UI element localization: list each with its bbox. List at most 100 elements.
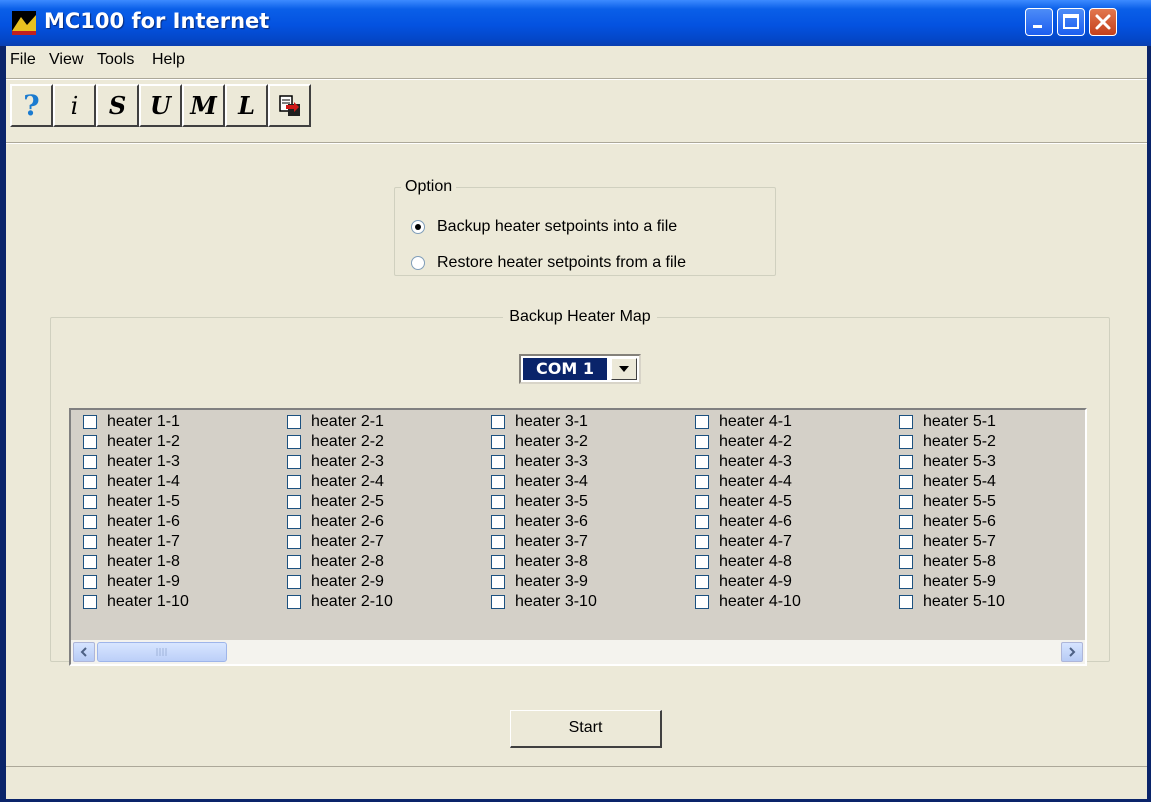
heater-checkbox[interactable] [899,435,913,449]
heater-checkbox[interactable] [695,555,709,569]
heater-checkbox-item[interactable]: heater 5-1 [893,412,1005,432]
help-button[interactable]: ? [10,84,53,127]
heater-checkbox-item[interactable]: heater 2-3 [281,452,393,472]
backup-radio-option[interactable]: Backup heater setpoints into a file [411,218,677,236]
heater-checkbox[interactable] [83,535,97,549]
scroll-right-button[interactable] [1061,642,1083,662]
heater-checkbox[interactable] [491,435,505,449]
heater-checkbox[interactable] [83,475,97,489]
heater-checkbox-item[interactable]: heater 2-2 [281,432,393,452]
heater-checkbox[interactable] [695,435,709,449]
heater-checkbox-item[interactable]: heater 4-7 [689,532,801,552]
heater-checkbox-item[interactable]: heater 2-10 [281,592,393,612]
com-port-dropdown-button[interactable] [611,358,637,380]
heater-checkbox[interactable] [899,535,913,549]
heater-checkbox-item[interactable]: heater 4-9 [689,572,801,592]
heater-checkbox-item[interactable]: heater 4-6 [689,512,801,532]
info-button[interactable]: i [53,84,96,127]
heater-checkbox-item[interactable]: heater 5-2 [893,432,1005,452]
com-port-select[interactable]: COM 1 [519,354,641,384]
heater-checkbox-item[interactable]: heater 2-1 [281,412,393,432]
heater-checkbox[interactable] [899,495,913,509]
heater-checkbox[interactable] [899,455,913,469]
title-bar[interactable]: MC100 for Internet [0,0,1151,46]
start-button[interactable]: Start [510,710,662,748]
heater-checkbox-item[interactable]: heater 1-9 [77,572,189,592]
heater-checkbox-item[interactable]: heater 4-10 [689,592,801,612]
heater-checkbox[interactable] [695,595,709,609]
heater-checkbox-item[interactable]: heater 3-2 [485,432,597,452]
horizontal-scrollbar[interactable] [71,640,1085,664]
menu-file[interactable]: File [10,51,36,69]
heater-checkbox[interactable] [695,515,709,529]
heater-checkbox-item[interactable]: heater 1-7 [77,532,189,552]
heater-checkbox[interactable] [695,575,709,589]
heater-checkbox[interactable] [287,575,301,589]
heater-checkbox[interactable] [287,535,301,549]
heater-checkbox-item[interactable]: heater 4-3 [689,452,801,472]
heater-checkbox[interactable] [83,435,97,449]
heater-checkbox-item[interactable]: heater 1-4 [77,472,189,492]
heater-checkbox[interactable] [287,455,301,469]
heater-checkbox[interactable] [83,515,97,529]
heater-checkbox-item[interactable]: heater 3-4 [485,472,597,492]
s-button[interactable]: S [96,84,139,127]
heater-checkbox[interactable] [491,515,505,529]
heater-checkbox[interactable] [695,475,709,489]
heater-checkbox[interactable] [491,555,505,569]
heater-checkbox[interactable] [899,595,913,609]
heater-checkbox[interactable] [287,435,301,449]
heater-checkbox-item[interactable]: heater 2-5 [281,492,393,512]
scroll-left-button[interactable] [73,642,95,662]
heater-checkbox[interactable] [695,495,709,509]
heater-checkbox[interactable] [899,575,913,589]
heater-checkbox[interactable] [899,515,913,529]
heater-checkbox-item[interactable]: heater 1-8 [77,552,189,572]
heater-checkbox-item[interactable]: heater 3-8 [485,552,597,572]
heater-checkbox-item[interactable]: heater 5-4 [893,472,1005,492]
heater-checkbox-item[interactable]: heater 1-3 [77,452,189,472]
heater-checkbox-item[interactable]: heater 5-9 [893,572,1005,592]
heater-checkbox[interactable] [83,555,97,569]
heater-checkbox[interactable] [491,595,505,609]
copy-file-button[interactable] [268,84,311,127]
heater-checkbox-item[interactable]: heater 3-6 [485,512,597,532]
heater-checkbox[interactable] [695,415,709,429]
heater-checkbox[interactable] [83,495,97,509]
heater-checkbox-item[interactable]: heater 3-3 [485,452,597,472]
l-button[interactable]: L [225,84,268,127]
heater-checkbox-item[interactable]: heater 4-2 [689,432,801,452]
heater-checkbox-item[interactable]: heater 5-3 [893,452,1005,472]
heater-checkbox[interactable] [695,455,709,469]
heater-checkbox[interactable] [83,595,97,609]
heater-checkbox[interactable] [83,575,97,589]
heater-checkbox-item[interactable]: heater 5-7 [893,532,1005,552]
heater-checkbox-item[interactable]: heater 3-10 [485,592,597,612]
heater-checkbox-item[interactable]: heater 1-10 [77,592,189,612]
heater-checkbox-item[interactable]: heater 4-8 [689,552,801,572]
heater-checkbox-item[interactable]: heater 5-6 [893,512,1005,532]
restore-radio[interactable] [411,256,425,270]
heater-checkbox[interactable] [287,475,301,489]
heater-checkbox-item[interactable]: heater 1-2 [77,432,189,452]
heater-checkbox-item[interactable]: heater 3-7 [485,532,597,552]
restore-radio-option[interactable]: Restore heater setpoints from a file [411,254,686,272]
minimize-button[interactable] [1025,8,1053,36]
maximize-button[interactable] [1057,8,1085,36]
heater-checkbox[interactable] [287,495,301,509]
heater-checkbox[interactable] [287,555,301,569]
heater-checkbox-item[interactable]: heater 2-8 [281,552,393,572]
heater-checkbox[interactable] [899,555,913,569]
menu-view[interactable]: View [49,51,83,69]
heater-checkbox[interactable] [899,475,913,489]
heater-checkbox-item[interactable]: heater 5-8 [893,552,1005,572]
heater-checkbox-item[interactable]: heater 1-1 [77,412,189,432]
heater-checkbox-item[interactable]: heater 4-5 [689,492,801,512]
heater-checkbox-item[interactable]: heater 1-5 [77,492,189,512]
heater-checkbox[interactable] [83,415,97,429]
heater-checkbox[interactable] [287,595,301,609]
heater-checkbox-item[interactable]: heater 2-9 [281,572,393,592]
heater-checkbox[interactable] [491,495,505,509]
heater-checkbox-item[interactable]: heater 2-7 [281,532,393,552]
backup-radio[interactable] [411,220,425,234]
